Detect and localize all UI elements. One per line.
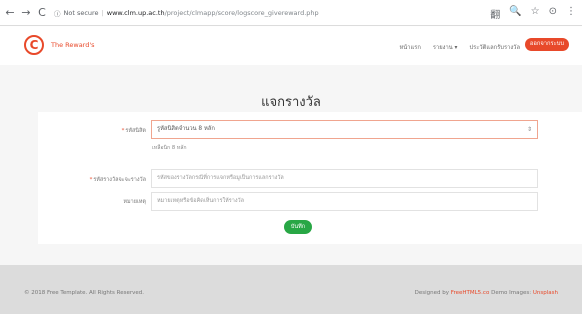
browser-actions: 翻 🔍 ☆ ⊙ ⋮	[490, 6, 576, 21]
note-input[interactable]: หมายเหตุหรือข้อคิดเห็นการให้รางวัล	[151, 192, 538, 211]
student-id-hint: เหลือนิก 8 หลัก	[152, 145, 187, 151]
designed-by-text: Designed by	[414, 290, 449, 296]
menu-item-report[interactable]: รายงาน ▾	[433, 42, 458, 52]
logo-icon[interactable]: C	[24, 35, 44, 55]
reward-form: *รหัสนิสิต รูหัสนิสิตจำนวน 8 หลัก ⇕ เหลื…	[38, 112, 582, 244]
main-content: แจกรางวัล *รหัสนิสิต รูหัสนิสิตจำนวน 8 ห…	[0, 65, 582, 265]
url-path: /project/clmapp/score/logscore_giverewar…	[164, 8, 319, 17]
reward-code-input[interactable]: รหัสของรางวัลกรณีที่การแจกหรือมูเป็นการแ…	[151, 169, 538, 188]
address-bar[interactable]: ⓘ Not secure | www.clm.up.ac.th /project…	[54, 8, 319, 18]
footer: © 2018 Free Template. All Rights Reserve…	[0, 265, 582, 314]
demo-images-text: Demo Images:	[491, 290, 532, 296]
forward-icon[interactable]: →	[20, 6, 32, 19]
unsplash-link[interactable]: Unsplash	[533, 290, 558, 296]
student-id-select[interactable]: รูหัสนิสิตจำนวน 8 หลัก ⇕	[151, 120, 538, 139]
student-id-select-value: รูหัสนิสิตจำนวน 8 หลัก	[157, 126, 215, 132]
url-host: www.clm.up.ac.th	[106, 8, 165, 17]
translate-icon[interactable]: 翻	[490, 6, 500, 21]
browser-toolbar: ← → C ⓘ Not secure | www.clm.up.ac.th /p…	[0, 0, 582, 26]
zoom-icon[interactable]: 🔍	[509, 6, 521, 21]
menu-item-home[interactable]: หน้าแรก	[399, 42, 420, 52]
reload-icon[interactable]: C	[36, 6, 48, 19]
url-separator: |	[101, 8, 104, 17]
profile-icon[interactable]: ⊙	[549, 6, 557, 21]
back-icon[interactable]: ←	[4, 6, 16, 19]
student-id-label: *รหัสนิสิต	[121, 128, 146, 134]
bookmark-icon[interactable]: ☆	[531, 6, 540, 21]
more-icon[interactable]: ⋮	[566, 6, 576, 21]
copyright-text: © 2018 Free Template. All Rights Reserve…	[24, 290, 145, 296]
reward-code-label: *รหัสรางวัลจะจะรางวัล	[89, 177, 146, 183]
credits: Designed by FreeHTML5.co Demo Images: Un…	[415, 290, 558, 296]
designer-link[interactable]: FreeHTML5.co	[451, 290, 490, 296]
site-header: C The Reward's หน้าแรก รายงาน ▾ ประวัติแ…	[0, 27, 582, 65]
save-button[interactable]: บันทึก	[284, 220, 312, 234]
select-arrow-icon: ⇕	[526, 126, 532, 133]
menu-item-history[interactable]: ประวัติแลกรับรางวัล	[469, 42, 520, 52]
logo-text[interactable]: The Reward's	[51, 41, 95, 49]
security-status: Not secure	[63, 8, 99, 17]
info-icon[interactable]: ⓘ	[54, 8, 61, 18]
main-menu: หน้าแรก รายงาน ▾ ประวัติแลกรับรางวัล	[399, 42, 520, 52]
note-label: หมายเหตุ	[123, 199, 146, 205]
page-title: แจกรางวัล	[261, 95, 321, 110]
logout-button[interactable]: ออกจากระบบ	[525, 38, 569, 51]
